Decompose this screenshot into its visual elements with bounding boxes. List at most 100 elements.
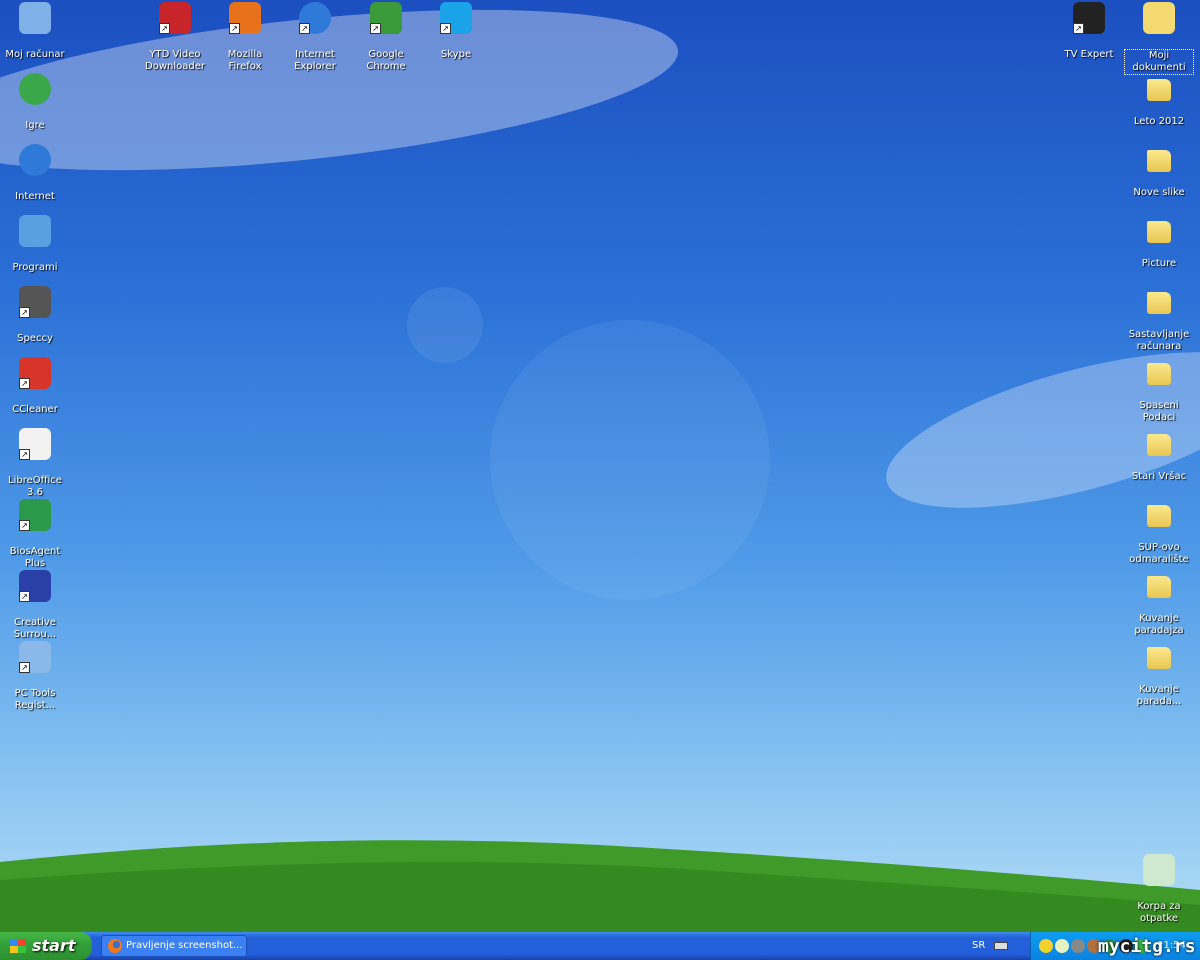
desktop-icon-korpa-za-otpatke[interactable]: Korpa za otpatke <box>1124 854 1194 925</box>
shortcut-arrow-icon: ↗ <box>19 307 30 318</box>
shortcut-arrow-icon: ↗ <box>19 662 30 673</box>
icon-label: Sastavljanje računara <box>1128 329 1190 352</box>
speaker-icon[interactable] <box>1071 939 1085 953</box>
desktop-icon-internet-explorer[interactable]: ↗ Internet Explorer <box>280 2 350 73</box>
ie-icon: ↗ <box>299 2 331 34</box>
icon-label: Moj računar <box>5 49 65 60</box>
shortcut-arrow-icon: ↗ <box>370 23 381 34</box>
icon-label: TV Expert <box>1064 49 1114 60</box>
icon-label: Spaseni Podaci <box>1139 400 1179 423</box>
desktop-icon-moji-dokumenti[interactable]: Moji dokumenti <box>1124 2 1194 75</box>
icon-label: Leto 2012 <box>1133 116 1185 127</box>
icon-label: Korpa za otpatke <box>1137 901 1181 924</box>
app-icon: ↗ <box>19 570 51 602</box>
icon-label: Kuvanje paradajza <box>1134 613 1184 636</box>
desktop-icon-leto-2012[interactable]: Leto 2012 <box>1124 73 1194 128</box>
desktop-icon-libreoffice-3-6[interactable]: ↗ LibreOffice 3.6 <box>0 428 70 499</box>
firefox-icon <box>108 939 122 953</box>
icon-label: Internet Explorer <box>294 49 336 72</box>
desktop-icon-mozilla-firefox[interactable]: ↗ Mozilla Firefox <box>210 2 280 73</box>
icon-label: Mozilla Firefox <box>227 49 263 72</box>
language-indicator[interactable]: SR <box>972 940 985 951</box>
folder-icon <box>1147 221 1171 243</box>
shortcut-arrow-icon: ↗ <box>299 23 310 34</box>
desktop-icon-speccy[interactable]: ↗ Speccy <box>0 286 70 345</box>
shortcut-arrow-icon: ↗ <box>1073 23 1084 34</box>
shortcut-arrow-icon: ↗ <box>19 520 30 531</box>
desktop-icon-internet[interactable]: Internet <box>0 144 70 203</box>
ie-icon <box>19 144 51 176</box>
app-icon: ↗ <box>440 2 472 34</box>
shortcut-arrow-icon: ↗ <box>440 23 451 34</box>
icon-label: Speccy <box>17 333 53 344</box>
cloud-icon[interactable] <box>1055 939 1069 953</box>
desktop-icon-kuvanje-parada[interactable]: Kuvanje parada... <box>1124 641 1194 708</box>
shortcut-arrow-icon: ↗ <box>159 23 170 34</box>
desktop-icon-pc-tools-regist[interactable]: ↗ PC Tools Regist... <box>0 641 70 712</box>
doc-icon: ↗ <box>19 428 51 460</box>
desktop-icon-igre[interactable]: Igre <box>0 73 70 132</box>
taskbar: start Pravljenje screenshot... SR 21:54 … <box>0 932 1200 960</box>
taskbar-button-firefox[interactable]: Pravljenje screenshot... <box>101 935 247 957</box>
desktop-icon-moj-računar[interactable]: Moj računar <box>0 2 70 61</box>
folder-icon <box>1147 79 1171 101</box>
desktop-icon-stari-vršac[interactable]: Stari Vršac <box>1124 428 1194 483</box>
desktop-icon-ytd-video-downloader[interactable]: ↗ YTD Video Downloader <box>140 2 210 73</box>
icon-label: Nove slike <box>1133 187 1185 198</box>
shortcut-arrow-icon: ↗ <box>19 591 30 602</box>
desktop-icon-google-chrome[interactable]: ↗ Google Chrome <box>351 2 421 73</box>
icon-label: Stari Vršac <box>1131 471 1187 482</box>
icon-label: Picture <box>1141 258 1177 269</box>
icon-label: Skype <box>440 49 472 60</box>
wallpaper <box>0 9 1200 932</box>
icon-label: Creative Surrou... <box>13 617 57 640</box>
desktop-icon-nove-slike[interactable]: Nove slike <box>1124 144 1194 199</box>
icon-label: PC Tools Regist... <box>14 688 56 711</box>
app-icon: ↗ <box>370 2 402 34</box>
desktop-icon-biosagent-plus[interactable]: ↗ BiosAgent Plus <box>0 499 70 570</box>
desktop-icon-creative-surrou[interactable]: ↗ Creative Surrou... <box>0 570 70 641</box>
shield-icon[interactable] <box>1039 939 1053 953</box>
folder-icon <box>1147 647 1171 669</box>
desktop-icon-spaseni-podaci[interactable]: Spaseni Podaci <box>1124 357 1194 424</box>
app-icon: ↗ <box>19 286 51 318</box>
desktop-icon-picture[interactable]: Picture <box>1124 215 1194 270</box>
folder-icon <box>1147 363 1171 385</box>
app-icon: ↗ <box>19 357 51 389</box>
shortcut-arrow-icon: ↗ <box>19 449 30 460</box>
folder-icon <box>1147 434 1171 456</box>
app-icon: ↗ <box>19 641 51 673</box>
app-icon: ↗ <box>1073 2 1105 34</box>
recycle-icon <box>1143 854 1175 886</box>
icon-label: Programi <box>12 262 58 273</box>
icon-label: Moji dokumenti <box>1124 49 1194 75</box>
icon-label: Google Chrome <box>366 49 406 72</box>
app-icon: ↗ <box>19 499 51 531</box>
programs-icon <box>19 215 51 247</box>
icon-label: SUP-ovo odmaralište <box>1129 542 1189 565</box>
icon-label: Kuvanje parada... <box>1136 684 1182 707</box>
desktop-icon-ccleaner[interactable]: ↗ CCleaner <box>0 357 70 416</box>
games-icon <box>19 73 51 105</box>
icon-label: BiosAgent Plus <box>9 546 61 569</box>
icon-label: Internet <box>15 191 55 202</box>
desktop-icon-programi[interactable]: Programi <box>0 215 70 274</box>
folder-icon <box>1147 292 1171 314</box>
windows-logo-icon <box>10 939 26 953</box>
desktop-icon-skype[interactable]: ↗ Skype <box>421 2 491 61</box>
keyboard-icon[interactable] <box>994 942 1008 950</box>
shortcut-arrow-icon: ↗ <box>19 378 30 389</box>
desktop-icon-tv-expert[interactable]: ↗ TV Expert <box>1054 2 1124 61</box>
folder-icon <box>1147 505 1171 527</box>
folder-icon <box>1147 576 1171 598</box>
mydocs-icon <box>1143 2 1175 34</box>
desktop-icon-sastavljanje-računara[interactable]: Sastavljanje računara <box>1124 286 1194 353</box>
desktop-icon-sup-ovo-odmaralište[interactable]: SUP-ovo odmaralište <box>1124 499 1194 566</box>
start-button[interactable]: start <box>0 932 92 960</box>
desktop: Moj računar Igre Internet Programi ↗ Speccy ↗ C… <box>0 0 1200 932</box>
app-icon: ↗ <box>229 2 261 34</box>
icon-label: Igre <box>25 120 45 131</box>
icon-label: YTD Video Downloader <box>145 49 205 72</box>
desktop-icon-kuvanje-paradajza[interactable]: Kuvanje paradajza <box>1124 570 1194 637</box>
app-icon: ↗ <box>159 2 191 34</box>
